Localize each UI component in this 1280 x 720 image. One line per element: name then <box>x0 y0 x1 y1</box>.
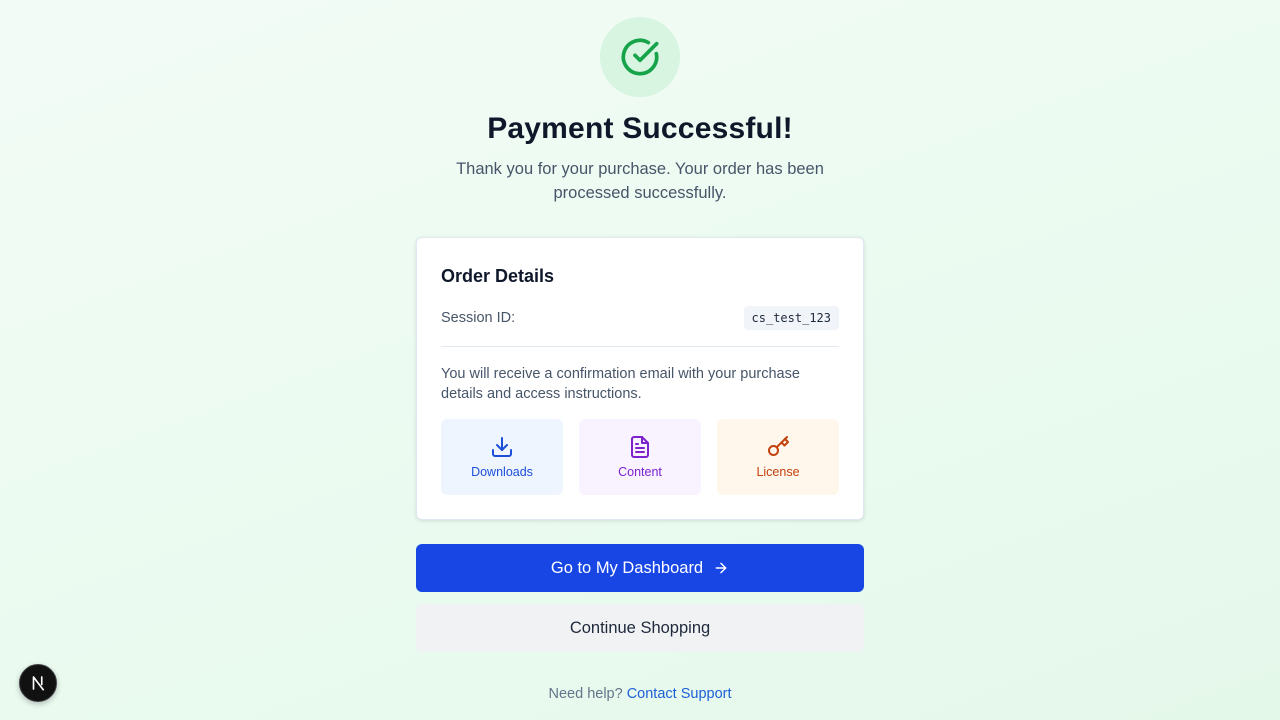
order-details-title: Order Details <box>441 266 555 286</box>
content-label: Content <box>618 465 662 479</box>
dev-tools-badge[interactable] <box>19 664 57 702</box>
session-id: cs_test_123 <box>743 306 839 330</box>
session-row: Session ID: cs_test_123 <box>441 306 839 330</box>
page-title: Payment Successful! <box>487 112 793 145</box>
check-circle-icon <box>621 38 659 76</box>
dashboard-button-label: Go to My Dashboard <box>550 558 704 577</box>
quick-links: Downloads Content License <box>441 419 839 495</box>
document-icon <box>631 436 649 458</box>
n-logo-icon <box>32 676 45 691</box>
success-badge <box>600 17 680 97</box>
dashboard-button[interactable]: Go to My Dashboard <box>416 544 864 592</box>
contact-support-link[interactable]: Contact Support <box>627 686 732 702</box>
arrow-right-icon <box>715 562 727 574</box>
divider <box>441 346 839 347</box>
key-icon <box>768 436 789 456</box>
help-text: Need help? Contact Support <box>0 686 1280 702</box>
continue-shopping-button[interactable]: Continue Shopping <box>416 604 864 652</box>
order-details-card: Order Details Session ID: cs_test_123 Yo… <box>416 237 864 520</box>
license-tile[interactable]: License <box>717 419 839 495</box>
license-label: License <box>756 465 800 479</box>
download-icon <box>492 437 512 457</box>
downloads-label: Downloads <box>471 465 533 479</box>
continue-shopping-label: Continue Shopping <box>569 618 711 637</box>
downloads-tile[interactable]: Downloads <box>441 419 563 495</box>
content-tile[interactable]: Content <box>579 419 701 495</box>
confirmation-text: You will receive a confirmation email wi… <box>441 366 800 402</box>
help-prefix: Need help? <box>548 686 623 702</box>
page-subtitle: Thank you for your purchase. Your order … <box>456 160 824 202</box>
session-label: Session ID: <box>441 310 516 326</box>
